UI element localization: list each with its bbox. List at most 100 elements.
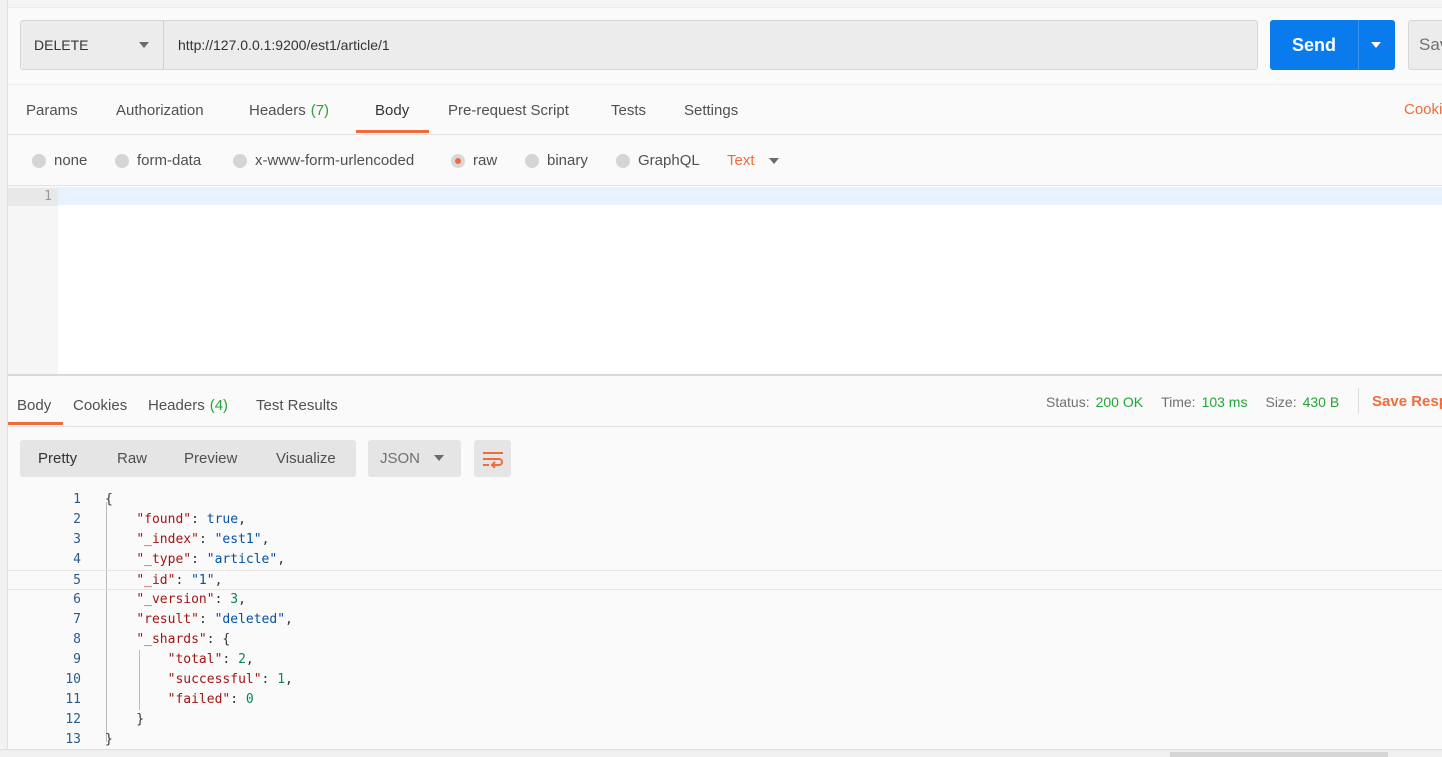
radio-icon: [32, 153, 46, 168]
code-text: }: [105, 730, 113, 750]
save-response-button[interactable]: Save Response: [1358, 388, 1442, 414]
radio-label: form-data: [137, 152, 202, 169]
tab-authorization[interactable]: Authorization: [116, 85, 204, 135]
save-button[interactable]: Save: [1408, 20, 1442, 70]
json-value: "1": [191, 573, 215, 588]
json-punct: [105, 512, 136, 527]
radio-none[interactable]: none: [32, 136, 87, 185]
tab-pre-request-script[interactable]: Pre-request Script: [448, 85, 569, 135]
json-key: "failed": [167, 692, 231, 707]
response-tab-headers[interactable]: Headers (4): [148, 384, 228, 426]
response-tab-body[interactable]: Body: [17, 384, 51, 426]
cookies-link[interactable]: Cookies: [1404, 101, 1442, 118]
json-punct: {: [105, 492, 113, 507]
tab-label: Authorization: [116, 101, 204, 119]
json-key: "_id": [136, 573, 176, 588]
code-line: 3 "_index": "est1",: [8, 530, 1442, 550]
save-label: Save: [1419, 35, 1442, 54]
json-value: 2: [238, 652, 246, 667]
response-tab-test-results[interactable]: Test Results: [256, 384, 338, 426]
response-format-select[interactable]: JSON: [368, 440, 461, 477]
line-number: 13: [65, 732, 81, 747]
status-value[interactable]: 200 OK: [1096, 394, 1143, 410]
tab-label: Headers: [148, 396, 205, 414]
active-tab-indicator: [356, 130, 429, 133]
send-label: Send: [1291, 34, 1336, 55]
size-label: Size:: [1265, 394, 1297, 410]
line-number: 12: [65, 712, 81, 727]
json-punct: [105, 632, 136, 647]
url-input[interactable]: http://127.0.0.1:9200/est1/article/1: [163, 20, 1258, 70]
json-value: 1: [277, 672, 286, 687]
url-text: http://127.0.0.1:9200/est1/article/1: [178, 37, 390, 53]
json-punct: [105, 532, 136, 547]
tab-label: Params: [26, 101, 78, 119]
json-punct: :: [191, 552, 207, 567]
radio-graphql[interactable]: GraphQL: [616, 136, 700, 185]
tab-body[interactable]: Body: [375, 85, 409, 135]
json-punct: }: [105, 732, 113, 747]
line-number: 10: [65, 672, 81, 687]
pane-divider[interactable]: [8, 374, 1442, 376]
method-label: DELETE: [34, 37, 89, 53]
code-line: 1{: [8, 490, 1442, 510]
code-line: 7 "result": "deleted",: [8, 610, 1442, 630]
code-line: 5 "_id": "1",: [8, 570, 1442, 590]
tab-label: Tests: [611, 101, 647, 119]
tab-label: Settings: [684, 101, 739, 119]
request-body-editor[interactable]: 1: [8, 185, 1442, 375]
tab-settings[interactable]: Settings: [684, 85, 738, 135]
line-number: 1: [73, 492, 81, 507]
code-line: 11 "failed": 0: [8, 690, 1442, 710]
code-text: }: [105, 710, 144, 730]
response-body-viewer[interactable]: 1{2 "found": true, 3 "_index": "est1", 4 "…: [8, 490, 1442, 750]
json-punct: [105, 592, 136, 607]
raw-format-select[interactable]: Text: [727, 136, 779, 185]
code-text: "failed": 0: [105, 690, 254, 710]
line-number: 11: [65, 692, 81, 707]
radio-selected-icon: [451, 153, 465, 168]
chevron-down-icon: [1371, 42, 1381, 48]
send-options-button[interactable]: [1358, 20, 1395, 70]
send-button[interactable]: Send: [1270, 20, 1358, 70]
code-line: 4 "_type": "article",: [8, 550, 1442, 570]
response-meta: Status: 200 OK Time: 103 ms Size: 430 B: [1046, 392, 1357, 412]
radio-binary[interactable]: binary: [525, 136, 588, 185]
line-number: 4: [73, 552, 81, 567]
time-value[interactable]: 103 ms: [1202, 394, 1248, 410]
wrap-lines-button[interactable]: [474, 440, 511, 477]
tab-params[interactable]: Params: [26, 85, 78, 135]
tab-tests[interactable]: Tests: [611, 85, 646, 135]
view-raw-button[interactable]: Raw: [117, 440, 147, 477]
tab-label: Test Results: [256, 396, 338, 414]
radio-x-www-form-urlencoded[interactable]: x-www-form-urlencoded: [233, 136, 414, 185]
radio-raw[interactable]: raw: [451, 136, 497, 185]
tab-label: Body: [375, 101, 410, 119]
sidebar-edge: [0, 0, 8, 757]
size-value[interactable]: 430 B: [1303, 394, 1340, 410]
view-preview-button[interactable]: Preview: [184, 440, 237, 477]
tab-label: Body: [17, 396, 52, 414]
chevron-down-icon: [139, 42, 149, 48]
json-value: "deleted": [214, 612, 286, 627]
code-text: "_shards": {: [105, 630, 230, 650]
line-number: 9: [73, 652, 81, 667]
line-number: 5: [73, 573, 81, 588]
code-text: "result": "deleted",: [105, 610, 293, 630]
horizontal-scrollbar[interactable]: [1170, 752, 1388, 757]
json-punct: [105, 573, 136, 588]
view-pretty-button[interactable]: Pretty: [38, 440, 77, 477]
radio-form-data[interactable]: form-data: [115, 136, 201, 185]
json-punct: ,: [238, 512, 246, 527]
method-select[interactable]: DELETE: [20, 20, 164, 70]
body-type-radios: none form-data x-www-form-urlencoded raw…: [8, 136, 1442, 185]
save-response-label: Save Response: [1372, 392, 1442, 410]
tab-label: Cookies: [73, 396, 128, 414]
time-label: Time:: [1161, 394, 1196, 410]
code-line: 2 "found": true,: [8, 510, 1442, 530]
view-visualize-button[interactable]: Visualize: [276, 440, 336, 477]
json-punct: :: [191, 512, 207, 527]
tab-headers[interactable]: Headers (7): [249, 85, 329, 135]
json-key: "_index": [136, 532, 199, 547]
response-tab-cookies[interactable]: Cookies: [73, 384, 127, 426]
